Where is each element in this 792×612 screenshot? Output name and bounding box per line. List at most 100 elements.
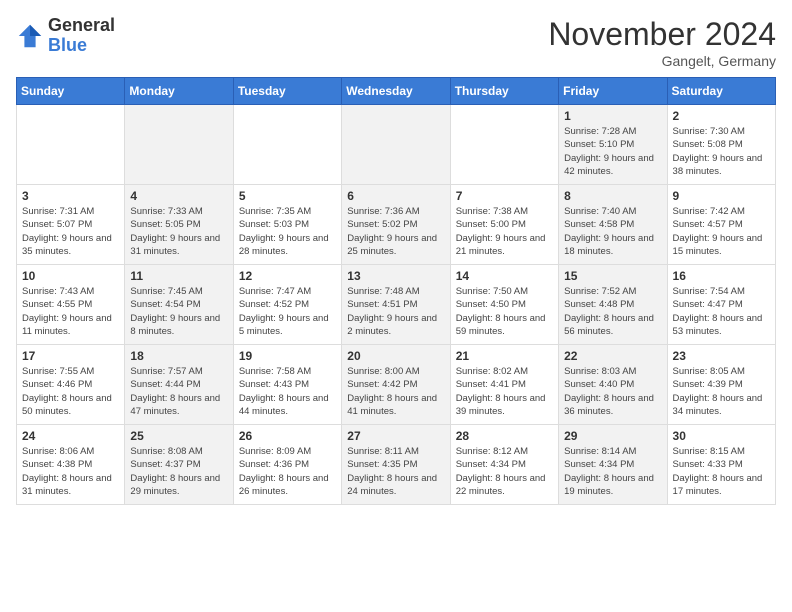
cell-sun-info: Sunrise: 8:08 AM Sunset: 4:37 PM Dayligh… [130,445,227,498]
week-row-2: 3 Sunrise: 7:31 AM Sunset: 5:07 PM Daylig… [17,185,776,265]
cell-sun-info: Sunrise: 7:47 AM Sunset: 4:52 PM Dayligh… [239,285,336,338]
day-number: 10 [22,269,119,283]
calendar-cell: 13 Sunrise: 7:48 AM Sunset: 4:51 PM Dayli… [342,265,450,345]
cell-sun-info: Sunrise: 7:48 AM Sunset: 4:51 PM Dayligh… [347,285,444,338]
cell-sun-info: Sunrise: 8:05 AM Sunset: 4:39 PM Dayligh… [673,365,770,418]
calendar-cell: 30Sunrise: 8:15 AM Sunset: 4:33 PM Dayli… [667,425,775,505]
week-row-4: 17 Sunrise: 7:55 AM Sunset: 4:46 PM Dayli… [17,345,776,425]
day-number: 3 [22,189,119,203]
month-title: November 2024 [548,16,776,53]
calendar-cell: 23 Sunrise: 8:05 AM Sunset: 4:39 PM Dayli… [667,345,775,425]
cell-sun-info: Sunrise: 8:12 AM Sunset: 4:34 PM Dayligh… [456,445,553,498]
cell-sun-info: Sunrise: 8:14 AM Sunset: 4:34 PM Dayligh… [564,445,661,498]
day-number: 18 [130,349,227,363]
cell-sun-info: Sunrise: 7:55 AM Sunset: 4:46 PM Dayligh… [22,365,119,418]
calendar-cell: 7 Sunrise: 7:38 AM Sunset: 5:00 PM Daylig… [450,185,558,265]
cell-sun-info: Sunrise: 7:45 AM Sunset: 4:54 PM Dayligh… [130,285,227,338]
logo-general-text: General [48,15,115,35]
day-number: 16 [673,269,770,283]
calendar-cell: 25 Sunrise: 8:08 AM Sunset: 4:37 PM Dayli… [125,425,233,505]
calendar-cell: 12Sunrise: 7:47 AM Sunset: 4:52 PM Dayli… [233,265,341,345]
calendar-cell: 3 Sunrise: 7:31 AM Sunset: 5:07 PM Daylig… [17,185,125,265]
calendar-cell: 1 Sunrise: 7:28 AM Sunset: 5:10 PM Daylig… [559,105,667,185]
location-subtitle: Gangelt, Germany [548,53,776,69]
calendar-cell: 21 Sunrise: 8:02 AM Sunset: 4:41 PM Dayli… [450,345,558,425]
day-number: 23 [673,349,770,363]
day-number: 6 [347,189,444,203]
calendar-cell [450,105,558,185]
day-number: 27 [347,429,444,443]
page-header: General Blue November 2024 Gangelt, Germ… [16,16,776,69]
calendar-cell: 19Sunrise: 7:58 AM Sunset: 4:43 PM Dayli… [233,345,341,425]
calendar-cell: 16Sunrise: 7:54 AM Sunset: 4:47 PM Dayli… [667,265,775,345]
cell-sun-info: Sunrise: 7:30 AM Sunset: 5:08 PM Dayligh… [673,125,770,178]
cell-sun-info: Sunrise: 7:33 AM Sunset: 5:05 PM Dayligh… [130,205,227,258]
cell-sun-info: Sunrise: 8:00 AM Sunset: 4:42 PM Dayligh… [347,365,444,418]
weekday-header-saturday: Saturday [667,78,775,105]
day-number: 1 [564,109,661,123]
weekday-header-tuesday: Tuesday [233,78,341,105]
calendar-cell: 11Sunrise: 7:45 AM Sunset: 4:54 PM Dayli… [125,265,233,345]
week-row-3: 10Sunrise: 7:43 AM Sunset: 4:55 PM Dayli… [17,265,776,345]
calendar-cell: 6 Sunrise: 7:36 AM Sunset: 5:02 PM Daylig… [342,185,450,265]
logo-icon [16,22,44,50]
day-number: 19 [239,349,336,363]
cell-sun-info: Sunrise: 8:11 AM Sunset: 4:35 PM Dayligh… [347,445,444,498]
cell-sun-info: Sunrise: 8:06 AM Sunset: 4:38 PM Dayligh… [22,445,119,498]
cell-sun-info: Sunrise: 8:09 AM Sunset: 4:36 PM Dayligh… [239,445,336,498]
calendar-cell: 15 Sunrise: 7:52 AM Sunset: 4:48 PM Dayli… [559,265,667,345]
day-number: 26 [239,429,336,443]
day-number: 17 [22,349,119,363]
calendar-cell: 10Sunrise: 7:43 AM Sunset: 4:55 PM Dayli… [17,265,125,345]
calendar-cell: 29 Sunrise: 8:14 AM Sunset: 4:34 PM Dayli… [559,425,667,505]
day-number: 29 [564,429,661,443]
day-number: 9 [673,189,770,203]
weekday-header-sunday: Sunday [17,78,125,105]
cell-sun-info: Sunrise: 7:50 AM Sunset: 4:50 PM Dayligh… [456,285,553,338]
calendar-cell: 20 Sunrise: 8:00 AM Sunset: 4:42 PM Dayli… [342,345,450,425]
day-number: 21 [456,349,553,363]
cell-sun-info: Sunrise: 7:38 AM Sunset: 5:00 PM Dayligh… [456,205,553,258]
calendar-cell: 27 Sunrise: 8:11 AM Sunset: 4:35 PM Dayli… [342,425,450,505]
day-number: 2 [673,109,770,123]
day-number: 24 [22,429,119,443]
week-row-1: 1 Sunrise: 7:28 AM Sunset: 5:10 PM Daylig… [17,105,776,185]
day-number: 5 [239,189,336,203]
calendar-cell: 17 Sunrise: 7:55 AM Sunset: 4:46 PM Dayli… [17,345,125,425]
cell-sun-info: Sunrise: 7:31 AM Sunset: 5:07 PM Dayligh… [22,205,119,258]
day-number: 7 [456,189,553,203]
cell-sun-info: Sunrise: 7:42 AM Sunset: 4:57 PM Dayligh… [673,205,770,258]
calendar-cell: 28 Sunrise: 8:12 AM Sunset: 4:34 PM Dayli… [450,425,558,505]
cell-sun-info: Sunrise: 7:35 AM Sunset: 5:03 PM Dayligh… [239,205,336,258]
day-number: 4 [130,189,227,203]
title-block: November 2024 Gangelt, Germany [548,16,776,69]
cell-sun-info: Sunrise: 7:28 AM Sunset: 5:10 PM Dayligh… [564,125,661,178]
calendar-cell: 22Sunrise: 8:03 AM Sunset: 4:40 PM Dayli… [559,345,667,425]
logo-blue-text: Blue [48,35,87,55]
day-number: 30 [673,429,770,443]
day-number: 25 [130,429,227,443]
day-number: 13 [347,269,444,283]
calendar-cell: 26 Sunrise: 8:09 AM Sunset: 4:36 PM Dayli… [233,425,341,505]
day-number: 20 [347,349,444,363]
calendar-cell [342,105,450,185]
cell-sun-info: Sunrise: 7:52 AM Sunset: 4:48 PM Dayligh… [564,285,661,338]
calendar-cell: 2 Sunrise: 7:30 AM Sunset: 5:08 PM Daylig… [667,105,775,185]
day-number: 8 [564,189,661,203]
calendar-cell: 8 Sunrise: 7:40 AM Sunset: 4:58 PM Daylig… [559,185,667,265]
calendar-cell: 9 Sunrise: 7:42 AM Sunset: 4:57 PM Daylig… [667,185,775,265]
calendar-cell [125,105,233,185]
cell-sun-info: Sunrise: 7:40 AM Sunset: 4:58 PM Dayligh… [564,205,661,258]
week-row-5: 24 Sunrise: 8:06 AM Sunset: 4:38 PM Dayli… [17,425,776,505]
calendar-cell: 4 Sunrise: 7:33 AM Sunset: 5:05 PM Daylig… [125,185,233,265]
calendar-table: SundayMondayTuesdayWednesdayThursdayFrid… [16,77,776,505]
cell-sun-info: Sunrise: 8:02 AM Sunset: 4:41 PM Dayligh… [456,365,553,418]
day-number: 15 [564,269,661,283]
logo: General Blue [16,16,115,56]
cell-sun-info: Sunrise: 7:36 AM Sunset: 5:02 PM Dayligh… [347,205,444,258]
weekday-header-row: SundayMondayTuesdayWednesdayThursdayFrid… [17,78,776,105]
day-number: 28 [456,429,553,443]
calendar-cell [233,105,341,185]
calendar-cell: 18Sunrise: 7:57 AM Sunset: 4:44 PM Dayli… [125,345,233,425]
calendar-cell: 5 Sunrise: 7:35 AM Sunset: 5:03 PM Daylig… [233,185,341,265]
